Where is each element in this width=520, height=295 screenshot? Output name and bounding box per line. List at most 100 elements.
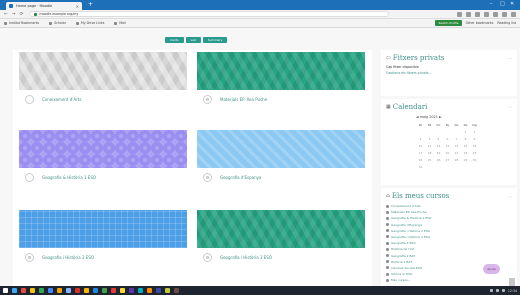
view-list-button[interactable]: List — [185, 37, 201, 43]
my-course-link[interactable]: Geografia 4 ESO — [386, 241, 512, 245]
help-button[interactable]: Ajuda — [483, 264, 500, 274]
taskbar-app-icon[interactable] — [111, 288, 116, 293]
course-card[interactable]: ⚙ Geografia i Història 2 ESO — [19, 210, 187, 266]
taskbar-app-icon[interactable] — [3, 288, 8, 293]
taskbar-app-icon[interactable] — [30, 288, 35, 293]
profile-switch-button[interactable]: Switch Profile — [435, 20, 462, 26]
calendar-month-nav[interactable]: ◄ maig 2021 ► — [416, 115, 512, 119]
calendar-day[interactable]: 27 — [443, 158, 452, 162]
calendar-day[interactable]: 7 — [452, 137, 461, 141]
my-course-link[interactable]: Geografia i Història 2 ESO — [386, 229, 512, 233]
my-course-link[interactable]: Coneixement d'Arts — [386, 204, 512, 208]
bookmark-item[interactable]: Institut Bookmarks — [4, 21, 39, 25]
taskbar-app-icon[interactable] — [57, 288, 62, 293]
course-banner[interactable] — [197, 52, 365, 90]
bookmark-item[interactable]: Scholar — [49, 21, 66, 25]
calendar-day[interactable]: 9 — [470, 137, 479, 141]
course-card[interactable]: Coneixement d'Arts — [19, 52, 187, 108]
course-name-link[interactable]: Geografia d'Espanya — [220, 175, 261, 180]
calendar-day[interactable]: 13 — [443, 144, 452, 148]
calendar-day[interactable]: 2 — [470, 130, 479, 134]
calendar-day[interactable]: 31 — [416, 165, 425, 169]
back-icon[interactable]: ← — [4, 12, 8, 17]
taskbar-app-icon[interactable] — [93, 288, 98, 293]
taskbar-app-icon[interactable] — [120, 288, 125, 293]
bookmark-item[interactable]: Mail — [114, 21, 126, 25]
calendar-day[interactable]: 17 — [416, 151, 425, 155]
forward-icon[interactable]: → — [12, 12, 16, 17]
calendar-day[interactable]: 20 — [443, 151, 452, 155]
calendar-day[interactable]: 10 — [416, 144, 425, 148]
my-course-link[interactable]: Geografia 2 BAT — [386, 254, 512, 258]
calendar-day[interactable]: 11 — [425, 144, 434, 148]
calendar-day[interactable]: 4 — [425, 137, 434, 141]
course-card[interactable]: ⚙ Materials EP. Xea Puche — [197, 52, 365, 108]
calendar-day[interactable]: 5 — [434, 137, 443, 141]
my-course-link[interactable]: Geografia i Història 3 ESO — [386, 235, 512, 239]
extension-icon[interactable] — [493, 11, 498, 17]
close-window-icon[interactable]: ✕ — [510, 1, 514, 7]
battery-icon[interactable] — [501, 289, 505, 292]
close-tab-icon[interactable]: ✕ — [76, 4, 79, 9]
my-course-link[interactable]: Geografia d'Espanya — [386, 223, 512, 227]
calendar-day[interactable]: 14 — [452, 144, 461, 148]
course-name-link[interactable]: Materials EP. Xea Puche — [220, 97, 267, 102]
taskbar-app-icon[interactable] — [174, 288, 179, 293]
course-banner[interactable] — [19, 52, 187, 90]
course-banner[interactable] — [197, 130, 365, 168]
block-menu-icon[interactable]: ⋯ — [508, 56, 512, 61]
scrollbar-thumb[interactable] — [509, 278, 515, 286]
star-icon[interactable] — [457, 11, 462, 17]
browser-tab[interactable]: Home page · Moodle ✕ — [6, 2, 82, 10]
course-card[interactable]: ⚙ Geografia i Història 3 ESO — [197, 210, 365, 266]
course-card[interactable]: ⚙ Geografia d'Espanya — [197, 130, 365, 186]
wifi-icon[interactable] — [489, 289, 493, 292]
calendar-day[interactable]: 19 — [434, 151, 443, 155]
calendar-day[interactable]: 15 — [461, 144, 470, 148]
taskbar-app-icon[interactable] — [102, 288, 107, 293]
maximize-window-icon[interactable]: □ — [500, 1, 505, 7]
calendar-day[interactable]: 23 — [470, 151, 479, 155]
block-menu-icon[interactable]: ⋯ — [508, 105, 512, 110]
calendar-day[interactable]: 22 — [461, 151, 470, 155]
calendar-day[interactable]: 21 — [452, 151, 461, 155]
manage-files-link[interactable]: Gestiona els fitxers privats... — [386, 71, 512, 75]
volume-icon[interactable] — [495, 289, 499, 292]
taskbar-app-icon[interactable] — [75, 288, 80, 293]
taskbar-app-icon[interactable] — [165, 288, 170, 293]
calendar-day[interactable]: 1 — [461, 130, 470, 134]
profile-avatar-icon[interactable] — [502, 11, 507, 17]
bookmark-item[interactable]: My Drive Links — [76, 21, 104, 25]
taskbar-app-icon[interactable] — [39, 288, 44, 293]
view-cards-button[interactable]: Cards — [165, 37, 184, 43]
view-summary-button[interactable]: Summary — [202, 37, 228, 43]
extension-icon[interactable] — [475, 11, 480, 17]
calendar-day[interactable]: 24 — [416, 158, 425, 162]
extension-icon[interactable] — [466, 11, 471, 17]
my-course-link[interactable]: Materials EP. Xea Puche — [386, 210, 512, 214]
minimize-window-icon[interactable]: – — [490, 1, 493, 7]
taskbar-app-icon[interactable] — [12, 288, 17, 293]
calendar-day[interactable]: 29 — [461, 158, 470, 162]
my-course-link[interactable]: Geografia & Història 1 ESO — [386, 216, 512, 220]
block-menu-icon[interactable]: ⋯ — [508, 194, 512, 199]
my-course-link[interactable]: Més cursos... — [386, 278, 512, 282]
course-name-link[interactable]: Geografia i Història 3 ESO — [220, 255, 272, 260]
taskbar-app-icon[interactable] — [156, 288, 161, 293]
calendar-day[interactable]: 18 — [425, 151, 434, 155]
calendar-day[interactable]: 26 — [434, 158, 443, 162]
reload-icon[interactable]: ⟳ — [20, 12, 24, 17]
taskbar-app-icon[interactable] — [138, 288, 143, 293]
course-banner[interactable] — [19, 210, 187, 248]
course-banner[interactable] — [197, 210, 365, 248]
calendar-day[interactable]: 12 — [434, 144, 443, 148]
other-bookmarks-link[interactable]: Other bookmarks — [466, 21, 494, 25]
course-name-link[interactable]: Geografia i Història 2 ESO — [42, 255, 94, 260]
course-card[interactable]: Geografia & Història 1 ESO — [19, 130, 187, 186]
taskbar-app-icon[interactable] — [21, 288, 26, 293]
reading-list-link[interactable]: Reading list — [497, 21, 516, 25]
course-name-link[interactable]: Geografia & Història 1 ESO — [42, 175, 96, 180]
taskbar-clock[interactable]: 12:34 — [508, 289, 517, 293]
calendar-day[interactable]: 28 — [452, 158, 461, 162]
url-field[interactable]: moodle.example.org/my — [29, 11, 390, 17]
